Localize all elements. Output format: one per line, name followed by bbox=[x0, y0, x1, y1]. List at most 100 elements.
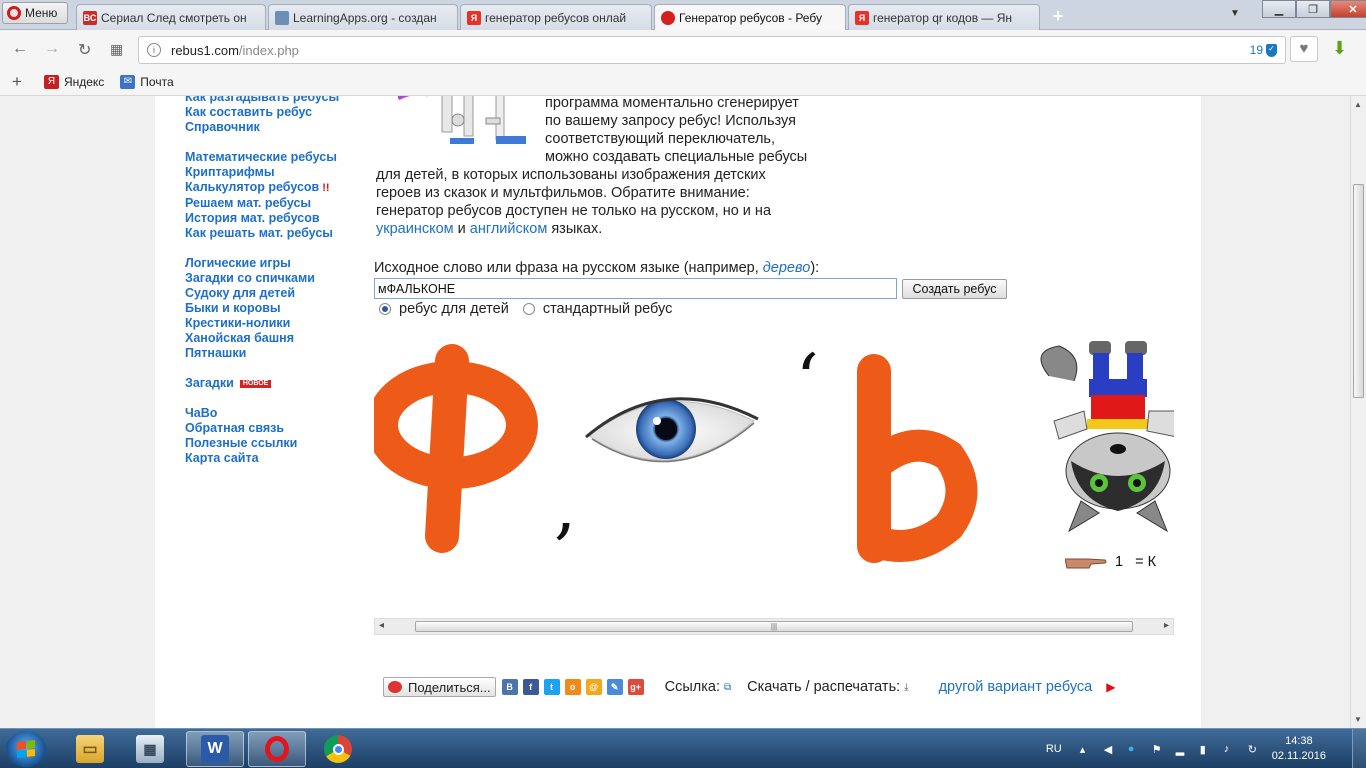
taskbar-opera[interactable] bbox=[248, 731, 306, 767]
radio-standard[interactable] bbox=[522, 303, 535, 315]
english-link[interactable]: английском bbox=[470, 221, 548, 237]
tab-yandex-qr[interactable]: Я генератор qr кодов — Ян bbox=[848, 4, 1040, 30]
tab-yandex-rebus[interactable]: Я генератор ребусов онлай bbox=[460, 4, 652, 30]
ukrainian-link[interactable]: украинском bbox=[376, 221, 454, 237]
power-icon[interactable]: ▮ bbox=[1200, 743, 1212, 756]
nav-group-math: Математические ребусы Криптарифмы Кальку… bbox=[185, 150, 365, 241]
play-arrow-icon[interactable]: ▶ bbox=[1106, 680, 1115, 694]
twitter-icon[interactable]: t bbox=[543, 679, 560, 695]
nav-link[interactable]: Ханойская башня bbox=[185, 331, 365, 346]
download-label: Скачать / распечатать: bbox=[747, 679, 901, 695]
sync-icon[interactable]: ↻ bbox=[1248, 743, 1260, 756]
speaker-icon[interactable]: ♪ bbox=[1224, 743, 1236, 755]
scroll-up-arrow-icon[interactable]: ▲ bbox=[1354, 100, 1362, 109]
nav-link[interactable]: Справочник bbox=[185, 120, 365, 135]
bookmark-yandex[interactable]: Я Яндекс bbox=[43, 74, 104, 89]
network-signal-icon[interactable]: ▂ bbox=[1176, 743, 1188, 756]
radio-kids-label[interactable]: ребус для детей bbox=[399, 301, 509, 317]
nav-link[interactable]: Быки и коровы bbox=[185, 301, 365, 316]
speed-dial-grid-icon[interactable]: ▦ bbox=[110, 41, 123, 58]
bookmarks-bar: + Я Яндекс ✉ Почта bbox=[0, 68, 1366, 96]
taskbar-chrome[interactable] bbox=[310, 731, 366, 767]
page-viewport: Как разгадывать ребусы Как составить реб… bbox=[0, 96, 1350, 728]
example-word: дерево bbox=[762, 260, 811, 276]
scroll-left-arrow-icon[interactable]: ◂ bbox=[379, 620, 384, 631]
bookmark-mail[interactable]: ✉ Почта bbox=[120, 74, 174, 89]
livejournal-icon[interactable]: ✎ bbox=[606, 679, 623, 695]
nav-link[interactable]: Крестики-нолики bbox=[185, 316, 365, 331]
taskbar-word[interactable]: W bbox=[186, 731, 244, 767]
radio-kids[interactable] bbox=[379, 303, 391, 315]
tab-title: Генератор ребусов - Ребу bbox=[679, 11, 822, 25]
url-field[interactable]: i rebus1.com/index.php 19 ✓ bbox=[138, 36, 1286, 64]
nav-link[interactable]: Карта сайта bbox=[185, 451, 365, 466]
nav-link[interactable]: Логические игры bbox=[185, 256, 365, 271]
site-info-icon[interactable]: i bbox=[147, 43, 161, 57]
minimize-icon[interactable]: ▁ bbox=[1262, 0, 1296, 18]
download-icon[interactable]: ⤓ bbox=[904, 682, 908, 693]
nav-link[interactable]: Судоку для детей bbox=[185, 286, 365, 301]
create-rebus-button[interactable]: Создать ребус bbox=[902, 279, 1007, 299]
rebus-horizontal-scrollbar[interactable]: ◂ ||| ▸ bbox=[374, 618, 1174, 635]
scroll-thumb[interactable]: ||| bbox=[415, 621, 1133, 632]
vkontakte-icon[interactable]: В bbox=[501, 679, 518, 695]
nav-link[interactable]: История мат. ребусов bbox=[185, 211, 365, 226]
external-link-icon[interactable]: ⧉ bbox=[724, 682, 731, 693]
close-icon[interactable]: ✕ bbox=[1330, 0, 1366, 18]
skype-icon[interactable]: ● bbox=[1128, 743, 1140, 755]
scroll-right-arrow-icon[interactable]: ▸ bbox=[1164, 620, 1169, 631]
forward-arrow-icon[interactable]: → bbox=[44, 40, 60, 58]
odnoklassniki-icon[interactable]: о bbox=[564, 679, 581, 695]
show-desktop-button[interactable] bbox=[1352, 729, 1366, 768]
nav-link[interactable]: Математические ребусы bbox=[185, 150, 365, 165]
scroll-down-arrow-icon[interactable]: ▼ bbox=[1354, 715, 1362, 724]
intro-line: соответствующий переключатель, bbox=[545, 131, 775, 147]
mailru-icon[interactable]: @ bbox=[585, 679, 602, 695]
nav-link[interactable]: Полезные ссылки bbox=[185, 436, 365, 451]
tab-rebus-generator[interactable]: Генератор ребусов - Ребу bbox=[654, 4, 846, 31]
google-plus-icon[interactable]: g+ bbox=[627, 679, 644, 695]
tab-serial[interactable]: ВС Сериал След смотреть он bbox=[76, 4, 266, 30]
nav-link[interactable]: Как составить ребус bbox=[185, 105, 365, 120]
scroll-thumb[interactable] bbox=[1353, 184, 1364, 398]
tab-menu-chevron-icon[interactable]: ▼ bbox=[1230, 8, 1240, 19]
tray-expand-icon[interactable]: ▴ bbox=[1080, 743, 1092, 756]
nav-link[interactable]: Пятнашки bbox=[185, 346, 365, 361]
start-button[interactable] bbox=[6, 731, 46, 767]
back-arrow-icon[interactable]: ← bbox=[12, 40, 28, 58]
facebook-icon[interactable]: f bbox=[522, 679, 539, 695]
alternative-rebus-link[interactable]: другой вариант ребуса bbox=[939, 679, 1093, 695]
share-button[interactable]: Поделиться... bbox=[383, 677, 496, 697]
taskbar-explorer[interactable]: ▭ bbox=[62, 731, 118, 767]
nav-link-riddles[interactable]: Загадки НОВОЕ bbox=[185, 376, 365, 391]
heart-icon[interactable]: ♥ bbox=[1290, 36, 1318, 62]
tab-title: генератор qr кодов — Ян bbox=[873, 10, 1013, 25]
nav-link-calculator[interactable]: Калькулятор ребусов!! bbox=[185, 180, 365, 196]
nav-link[interactable]: Обратная связь bbox=[185, 421, 365, 436]
tab-learningapps[interactable]: LearningApps.org - создан bbox=[268, 4, 458, 30]
taskbar-calculator[interactable]: ▦ bbox=[122, 731, 178, 767]
rebus-picture: , , bbox=[374, 341, 1174, 631]
volume-icon[interactable]: ◀ bbox=[1104, 743, 1116, 756]
new-tab-button[interactable]: + bbox=[1048, 6, 1068, 26]
flag-notification-icon[interactable]: ⚑ bbox=[1152, 743, 1164, 756]
letter-ef-image bbox=[374, 344, 538, 553]
browser-menu-button[interactable]: Меню bbox=[2, 2, 68, 24]
nav-link[interactable]: Решаем мат. ребусы bbox=[185, 196, 365, 211]
add-bookmark-icon[interactable]: + bbox=[12, 72, 22, 92]
word-input[interactable] bbox=[374, 278, 897, 299]
nav-link[interactable]: Как решать мат. ребусы bbox=[185, 226, 365, 241]
radio-standard-label[interactable]: стандартный ребус bbox=[543, 301, 673, 317]
nav-link[interactable]: Как разгадывать ребусы bbox=[185, 96, 365, 105]
maximize-icon[interactable]: ❐ bbox=[1296, 0, 1330, 18]
clock[interactable]: 14:38 02.11.2016 bbox=[1272, 734, 1326, 764]
adblock-badge[interactable]: 19 ✓ bbox=[1250, 43, 1277, 57]
calculator-icon: ▦ bbox=[136, 735, 164, 763]
nav-link[interactable]: Загадки со спичками bbox=[185, 271, 365, 286]
download-arrow-icon[interactable]: ⬇ bbox=[1332, 38, 1347, 59]
page-vertical-scrollbar[interactable]: ▲ ▼ bbox=[1350, 96, 1366, 728]
nav-link[interactable]: ЧаВо bbox=[185, 406, 365, 421]
nav-link[interactable]: Криптарифмы bbox=[185, 165, 365, 180]
reload-icon[interactable]: ↻ bbox=[78, 40, 91, 60]
language-indicator[interactable]: RU bbox=[1046, 743, 1062, 755]
